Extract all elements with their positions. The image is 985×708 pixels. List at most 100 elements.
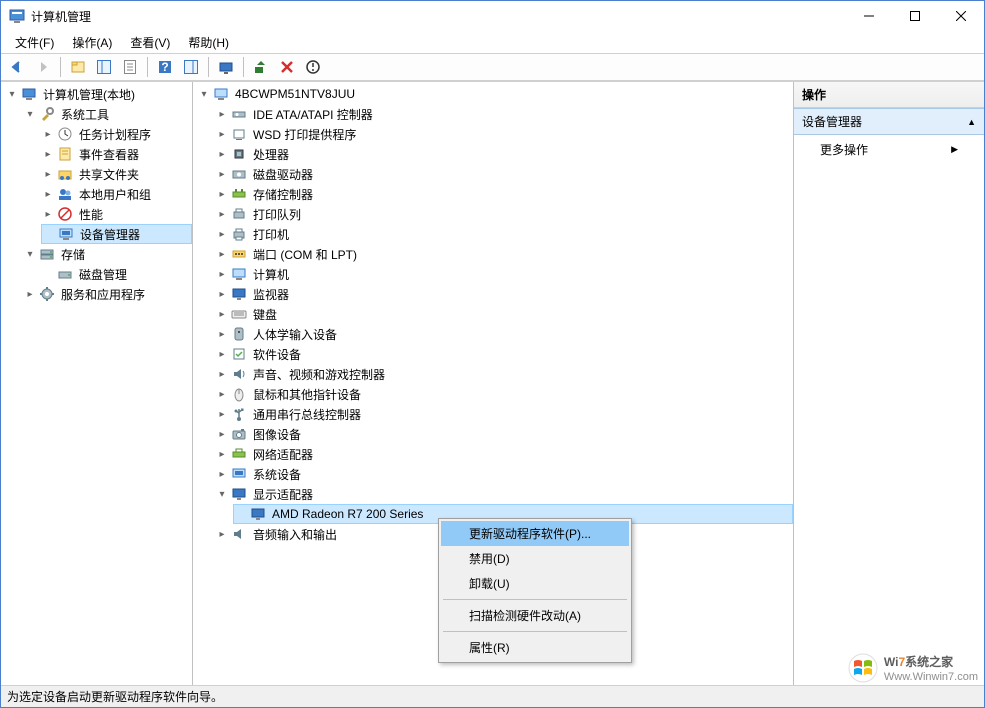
device-category-ide[interactable]: ▸ IDE ATA/ATAPI 控制器: [215, 104, 793, 124]
device-category-disk[interactable]: ▸ 磁盘驱动器: [215, 164, 793, 184]
expand-icon[interactable]: ▸: [215, 447, 229, 461]
expand-icon[interactable]: ▸: [41, 147, 55, 161]
device-category-cpu[interactable]: ▸ 处理器: [215, 144, 793, 164]
menu-view[interactable]: 查看(V): [122, 32, 178, 53]
expand-icon[interactable]: ▸: [215, 347, 229, 361]
update-driver-button[interactable]: [249, 56, 273, 78]
collapse-icon[interactable]: ▾: [23, 107, 37, 121]
device-category-print_queue[interactable]: ▸ 打印队列: [215, 204, 793, 224]
expand-icon[interactable]: ▸: [215, 227, 229, 241]
ctx-scan[interactable]: 扫描检测硬件改动(A): [441, 603, 629, 628]
action-pane-button[interactable]: [179, 56, 203, 78]
expand-icon[interactable]: ▸: [215, 527, 229, 541]
expand-icon[interactable]: ▸: [215, 307, 229, 321]
device-category-sound[interactable]: ▸ 声音、视频和游戏控制器: [215, 364, 793, 384]
actions-more[interactable]: 更多操作 ▶: [794, 135, 984, 164]
device-category-printer[interactable]: ▸ 打印机: [215, 224, 793, 244]
device-category-hid[interactable]: ▸ 人体学输入设备: [215, 324, 793, 344]
tree-system-tools[interactable]: ▾ 系统工具: [23, 104, 192, 124]
device-category-mouse[interactable]: ▸ 鼠标和其他指针设备: [215, 384, 793, 404]
collapse-icon[interactable]: ▾: [5, 87, 19, 101]
tree-local-users[interactable]: ▸本地用户和组: [41, 184, 192, 204]
tree-storage[interactable]: ▾ 存储: [23, 244, 192, 264]
properties-button[interactable]: [118, 56, 142, 78]
menu-separator: [443, 599, 627, 600]
expand-icon[interactable]: ▸: [215, 387, 229, 401]
console-tree-pane[interactable]: ▾ 计算机管理(本地) ▾ 系统工具 ▸任务计划程序 ▸事件查看器: [1, 82, 193, 685]
ctx-disable[interactable]: 禁用(D): [441, 546, 629, 571]
device-category-network[interactable]: ▸ 网络适配器: [215, 444, 793, 464]
disable-button[interactable]: [301, 56, 325, 78]
minimize-button[interactable]: [846, 1, 892, 31]
expand-icon[interactable]: ▸: [215, 107, 229, 121]
device-category-usb[interactable]: ▸ 通用串行总线控制器: [215, 404, 793, 424]
menu-action[interactable]: 操作(A): [64, 32, 120, 53]
up-button[interactable]: [66, 56, 90, 78]
expand-icon[interactable]: ▸: [215, 147, 229, 161]
tree-root[interactable]: ▾ 计算机管理(本地): [5, 84, 192, 104]
tree-task-scheduler[interactable]: ▸任务计划程序: [41, 124, 192, 144]
svg-text:?: ?: [161, 60, 168, 74]
device-category-keyboard[interactable]: ▸ 键盘: [215, 304, 793, 324]
ctx-update-driver[interactable]: 更新驱动程序软件(P)...: [441, 521, 629, 546]
actions-section[interactable]: 设备管理器 ▲: [794, 108, 984, 135]
device-category-system_dev[interactable]: ▸ 系统设备: [215, 464, 793, 484]
tree-device-manager[interactable]: 设备管理器: [41, 224, 192, 244]
expand-icon[interactable]: ▸: [41, 187, 55, 201]
expand-icon[interactable]: ▸: [41, 167, 55, 181]
titlebar: 计算机管理: [1, 1, 984, 31]
toolbar: ?: [1, 53, 984, 81]
expand-icon[interactable]: ▸: [215, 207, 229, 221]
tree-disk-mgmt[interactable]: 磁盘管理: [41, 264, 192, 284]
toolbar-separator: [60, 57, 61, 77]
actions-header: 操作: [794, 82, 984, 108]
ctx-uninstall[interactable]: 卸载(U): [441, 571, 629, 596]
expand-icon[interactable]: ▸: [215, 187, 229, 201]
menu-help[interactable]: 帮助(H): [180, 32, 237, 53]
device-category-storage_ctrl[interactable]: ▸ 存储控制器: [215, 184, 793, 204]
expand-icon[interactable]: ▸: [215, 267, 229, 281]
help-button[interactable]: ?: [153, 56, 177, 78]
device-category-software_dev[interactable]: ▸ 软件设备: [215, 344, 793, 364]
device-category-ports[interactable]: ▸ 端口 (COM 和 LPT): [215, 244, 793, 264]
device-manager-icon: [58, 226, 74, 242]
expand-icon[interactable]: ▸: [215, 367, 229, 381]
expand-icon[interactable]: ▸: [215, 167, 229, 181]
expand-icon[interactable]: ▸: [215, 407, 229, 421]
expand-icon[interactable]: ▸: [215, 127, 229, 141]
tools-icon: [39, 106, 55, 122]
expand-icon[interactable]: ▸: [41, 207, 55, 221]
collapse-icon[interactable]: ▾: [23, 247, 37, 261]
device-category-monitor[interactable]: ▸ 监视器: [215, 284, 793, 304]
collapse-icon[interactable]: ▾: [215, 487, 229, 501]
tree-performance[interactable]: ▸性能: [41, 204, 192, 224]
device-category-computer[interactable]: ▸ 计算机: [215, 264, 793, 284]
expand-icon[interactable]: ▸: [215, 427, 229, 441]
device-category-display[interactable]: ▾ 显示适配器: [215, 484, 793, 504]
device-category-wsd[interactable]: ▸ WSD 打印提供程序: [215, 124, 793, 144]
expand-icon[interactable]: ▸: [215, 327, 229, 341]
show-hide-tree-button[interactable]: [92, 56, 116, 78]
menu-file[interactable]: 文件(F): [7, 32, 62, 53]
maximize-button[interactable]: [892, 1, 938, 31]
device-category-image_dev[interactable]: ▸ 图像设备: [215, 424, 793, 444]
tree-shared-folders[interactable]: ▸共享文件夹: [41, 164, 192, 184]
expand-icon[interactable]: ▸: [41, 127, 55, 141]
forward-button[interactable]: [31, 56, 55, 78]
tree-event-viewer[interactable]: ▸事件查看器: [41, 144, 192, 164]
expand-icon[interactable]: ▸: [215, 247, 229, 261]
expand-icon[interactable]: ▸: [215, 287, 229, 301]
toolbar-separator: [243, 57, 244, 77]
close-button[interactable]: [938, 1, 984, 31]
device-root[interactable]: ▾ 4BCWPM51NTV8JUU: [197, 84, 793, 104]
collapse-icon[interactable]: ▾: [197, 87, 211, 101]
expand-icon[interactable]: ▸: [215, 467, 229, 481]
collapse-icon[interactable]: ▲: [967, 117, 976, 127]
tree-services-apps[interactable]: ▸服务和应用程序: [23, 284, 192, 304]
ctx-properties[interactable]: 属性(R): [441, 635, 629, 660]
scan-hardware-button[interactable]: [214, 56, 238, 78]
expand-icon[interactable]: ▸: [23, 287, 37, 301]
uninstall-button[interactable]: [275, 56, 299, 78]
window-title: 计算机管理: [31, 8, 846, 25]
back-button[interactable]: [5, 56, 29, 78]
